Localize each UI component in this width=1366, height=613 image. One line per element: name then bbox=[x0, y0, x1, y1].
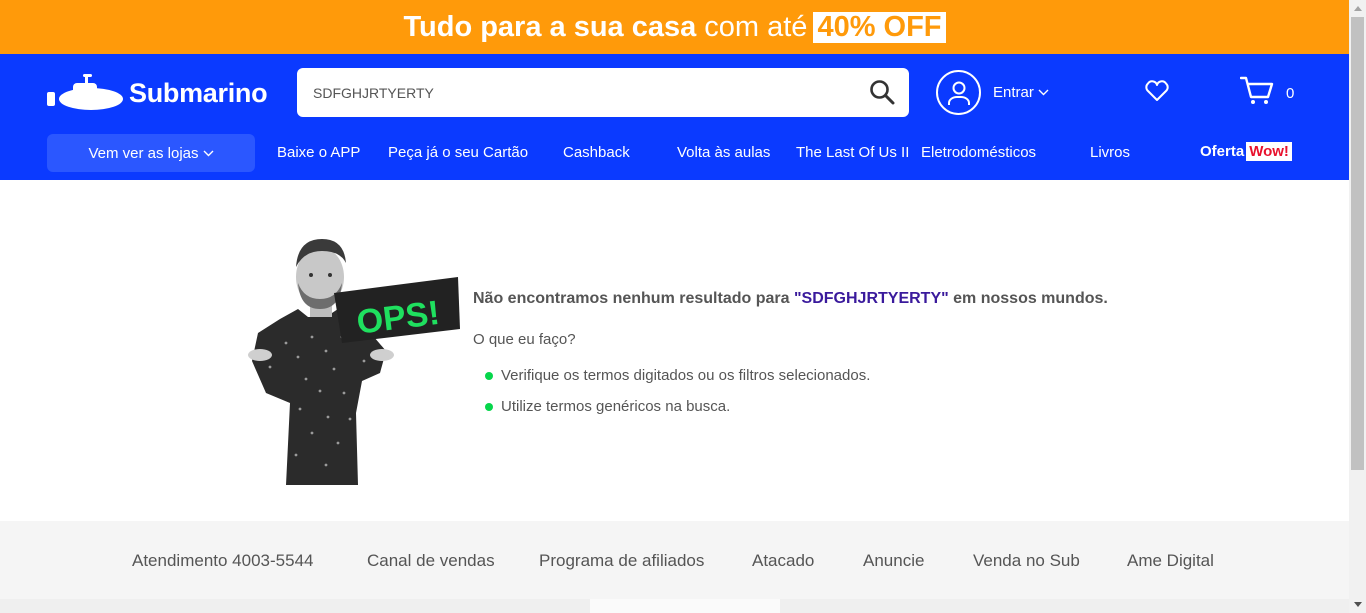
title-prefix: Não encontramos nenhum resultado para bbox=[473, 290, 794, 307]
search-input[interactable] bbox=[313, 84, 833, 101]
cart-count: 0 bbox=[1286, 84, 1295, 102]
list-item: Utilize termos genéricos na busca. bbox=[485, 391, 870, 422]
nav-link-cashback[interactable]: Cashback bbox=[563, 144, 630, 161]
main-nav: Vem ver as lojas Baixe o APP Peça já o s… bbox=[0, 134, 1349, 172]
help-subtitle: O que eu faço? bbox=[473, 331, 576, 348]
wow-badge: Wow! bbox=[1246, 142, 1292, 161]
promo-banner[interactable]: Tudo para a sua casa com até 40% OFF bbox=[0, 0, 1349, 54]
title-suffix: em nossos mundos. bbox=[948, 290, 1108, 307]
tip-text: Utilize termos genéricos na busca. bbox=[501, 398, 731, 415]
nav-link-app[interactable]: Baixe o APP bbox=[277, 144, 360, 161]
logo[interactable]: Submarino bbox=[47, 71, 268, 115]
logo-text: Submarino bbox=[129, 77, 268, 108]
nav-link-last-of-us[interactable]: The Last Of Us II bbox=[796, 144, 909, 161]
confused-man-illustration: OPS! bbox=[248, 239, 460, 485]
footer-link-venda-no-sub[interactable]: Venda no Sub bbox=[973, 551, 1080, 571]
scroll-down-button[interactable] bbox=[1349, 596, 1366, 613]
submarine-logo-icon bbox=[47, 74, 123, 110]
footer-link-atacado[interactable]: Atacado bbox=[752, 551, 814, 571]
user-icon bbox=[947, 81, 970, 105]
footer-link-canal-vendas[interactable]: Canal de vendas bbox=[367, 551, 495, 571]
cart-button[interactable]: 0 bbox=[1240, 76, 1294, 106]
promo-headline-bold: Tudo para a sua casa bbox=[403, 10, 697, 43]
search-bar bbox=[297, 68, 909, 117]
bullet-icon bbox=[485, 402, 493, 411]
list-item: Verifique os termos digitados ou os filt… bbox=[485, 360, 870, 391]
nav-link-eletrodomesticos[interactable]: Eletrodomésticos bbox=[921, 144, 1036, 161]
nav-link-cartao[interactable]: Peça já o seu Cartão bbox=[388, 144, 528, 161]
search-icon[interactable] bbox=[869, 79, 895, 105]
tips-list: Verifique os termos digitados ou os filt… bbox=[485, 360, 870, 422]
footer-strip-gap bbox=[590, 599, 780, 613]
footer-divider-strip bbox=[0, 599, 1349, 613]
oferta-wow-link[interactable]: Oferta Wow! bbox=[1200, 142, 1292, 161]
account-menu[interactable]: Entrar bbox=[936, 70, 1049, 115]
promo-headline-light: com até bbox=[704, 10, 808, 43]
cart-icon bbox=[1240, 76, 1274, 104]
arrow-up-icon bbox=[1353, 6, 1362, 11]
site-header: Submarino Entrar 0 Vem bbox=[0, 54, 1349, 180]
nav-link-volta-aulas[interactable]: Volta às aulas bbox=[677, 144, 770, 161]
user-avatar bbox=[936, 70, 981, 115]
footer-link-anuncie[interactable]: Anuncie bbox=[863, 551, 924, 571]
tip-text: Verifique os termos digitados ou os filt… bbox=[501, 367, 871, 384]
login-link: Entrar bbox=[993, 84, 1034, 101]
chevron-down-icon bbox=[1038, 89, 1049, 96]
footer-link-ame-digital[interactable]: Ame Digital bbox=[1127, 551, 1214, 571]
promo-discount-badge: 40% OFF bbox=[813, 11, 946, 43]
bullet-icon bbox=[485, 371, 493, 380]
stores-button-label: Vem ver as lojas bbox=[88, 144, 199, 162]
footer-link-afiliados[interactable]: Programa de afiliados bbox=[539, 551, 704, 571]
stores-dropdown-button[interactable]: Vem ver as lojas bbox=[47, 134, 255, 172]
nav-link-livros[interactable]: Livros bbox=[1090, 144, 1130, 161]
site-footer: Atendimento 4003-5544 Canal de vendas Pr… bbox=[0, 521, 1349, 613]
heart-icon[interactable] bbox=[1145, 80, 1169, 102]
no-results-section: OPS! Não encontramos nenhum resultado pa… bbox=[0, 180, 1349, 521]
footer-link-atendimento[interactable]: Atendimento 4003-5544 bbox=[132, 551, 313, 571]
scrollbar-thumb[interactable] bbox=[1351, 17, 1364, 470]
arrow-down-icon bbox=[1353, 602, 1362, 607]
vertical-scrollbar[interactable] bbox=[1349, 0, 1366, 613]
scroll-up-button[interactable] bbox=[1349, 0, 1366, 17]
no-results-title: Não encontramos nenhum resultado para "S… bbox=[473, 290, 1108, 308]
search-term: "SDFGHJRTYERTY" bbox=[793, 290, 949, 307]
oferta-label: Oferta bbox=[1200, 143, 1245, 160]
chevron-down-icon bbox=[203, 150, 214, 156]
